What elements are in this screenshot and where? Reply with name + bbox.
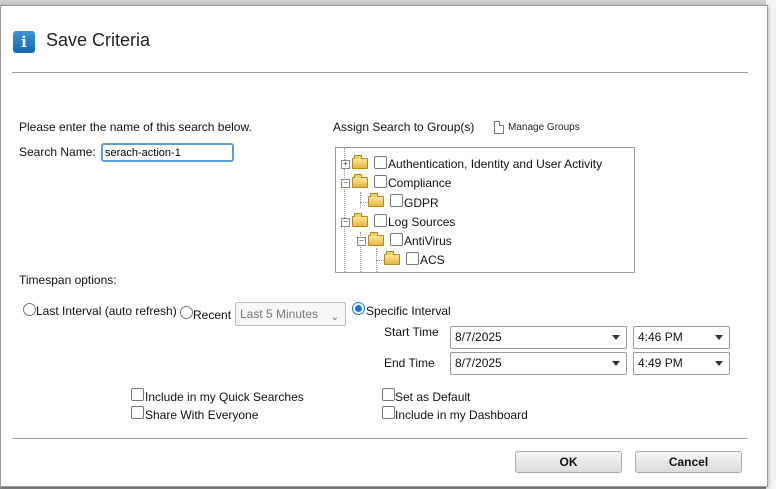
end-time-value: 4:49 PM (638, 356, 683, 370)
collapse-icon[interactable]: − (341, 218, 350, 227)
dialog-title: Save Criteria (46, 30, 151, 50)
recent-radio[interactable] (180, 306, 193, 319)
start-time-select[interactable]: 4:46 PM (633, 326, 730, 349)
tree-connector (376, 260, 384, 261)
specific-interval-label[interactable]: Specific Interval (366, 304, 451, 318)
dashboard-label[interactable]: Include in my Dashboard (395, 408, 528, 422)
collapse-icon[interactable]: − (341, 179, 350, 188)
share-everyone-label[interactable]: Share With Everyone (145, 408, 258, 422)
chevron-down-icon: ⌄ (330, 312, 339, 323)
last-interval-label[interactable]: Last Interval (auto refresh) (36, 304, 177, 318)
cancel-button[interactable]: Cancel (635, 451, 742, 473)
tree-checkbox[interactable] (374, 214, 387, 227)
last-interval-radio[interactable] (23, 303, 36, 316)
share-everyone-checkbox[interactable] (131, 406, 144, 419)
recent-interval-value: Last 5 Minutes (240, 307, 319, 321)
set-default-label[interactable]: Set as Default (395, 390, 470, 404)
folder-icon (352, 174, 368, 188)
tree-node-label: Log Sources (388, 215, 456, 229)
set-default-checkbox[interactable] (382, 388, 395, 401)
tree-connector (360, 192, 361, 208)
tree-checkbox[interactable] (374, 175, 387, 188)
folder-icon (352, 155, 368, 169)
start-date-select[interactable]: 8/7/2025 (450, 326, 627, 349)
tree-node-label: Compliance (388, 176, 452, 190)
footer-divider (12, 438, 748, 439)
tree-checkbox[interactable] (406, 252, 419, 265)
tree-checkbox[interactable] (390, 233, 403, 246)
name-prompt: Please enter the name of this search bel… (19, 120, 252, 134)
folder-icon (368, 193, 384, 207)
tree-node-label: Authentication, Identity and User Activi… (388, 157, 603, 171)
caret-down-icon (715, 361, 723, 366)
search-name-label: Search Name: (19, 145, 96, 159)
tree-node-label: ACS (420, 253, 445, 267)
tree-connector (360, 202, 368, 203)
specific-interval-radio[interactable] (352, 302, 365, 315)
save-criteria-dialog: i Save Criteria Please enter the name of… (0, 5, 768, 487)
timespan-label: Timespan options: (19, 273, 117, 287)
assign-groups-label: Assign Search to Group(s) (333, 120, 475, 134)
folder-icon (384, 251, 400, 265)
tree-checkbox[interactable] (374, 156, 387, 169)
document-icon[interactable] (494, 121, 504, 134)
start-time-label: Start Time (384, 325, 439, 339)
recent-interval-select[interactable]: Last 5 Minutes ⌄ (235, 302, 346, 326)
end-date-select[interactable]: 8/7/2025 (450, 352, 627, 375)
end-time-select[interactable]: 4:49 PM (633, 352, 730, 375)
search-name-input[interactable] (101, 143, 234, 162)
quick-searches-label[interactable]: Include in my Quick Searches (145, 390, 304, 404)
folder-icon (368, 232, 384, 246)
caret-down-icon (715, 335, 723, 340)
folder-icon (352, 213, 368, 227)
info-icon: i (13, 31, 35, 53)
start-time-value: 4:46 PM (638, 330, 683, 344)
recent-label[interactable]: Recent (193, 308, 231, 322)
ok-button[interactable]: OK (515, 451, 622, 473)
tree-node-label: AntiVirus (404, 234, 452, 248)
collapse-icon[interactable]: − (357, 237, 366, 246)
manage-groups-link[interactable]: Manage Groups (508, 122, 580, 133)
end-time-label: End Time (384, 356, 435, 370)
expand-icon[interactable]: + (341, 160, 350, 169)
end-date-value: 8/7/2025 (455, 356, 502, 370)
group-tree[interactable]: + Authentication, Identity and User Acti… (335, 147, 635, 273)
quick-searches-checkbox[interactable] (131, 388, 144, 401)
dashboard-checkbox[interactable] (382, 406, 395, 419)
caret-down-icon (612, 361, 620, 366)
caret-down-icon (612, 335, 620, 340)
tree-checkbox[interactable] (390, 194, 403, 207)
title-divider (12, 72, 748, 73)
start-date-value: 8/7/2025 (455, 330, 502, 344)
tree-node-label: GDPR (404, 196, 439, 210)
